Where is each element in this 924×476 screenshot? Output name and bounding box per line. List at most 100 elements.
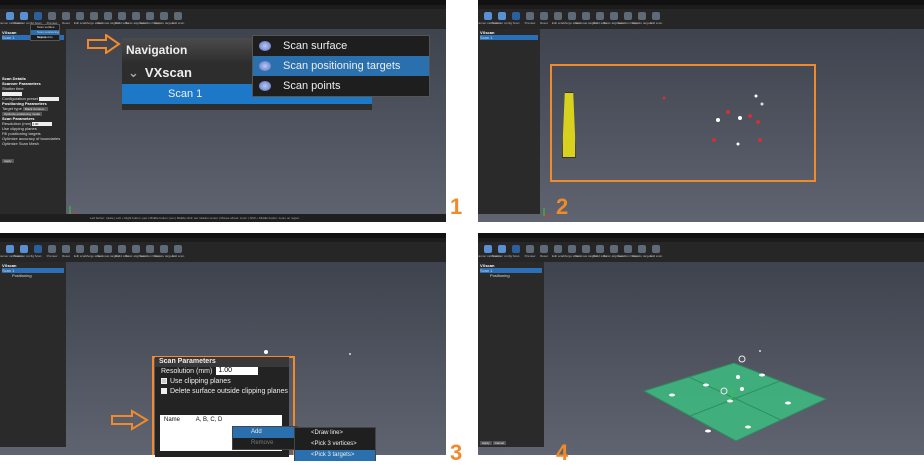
toolbar-button-1[interactable]: Scanner config <box>14 11 34 27</box>
toolbar-icon <box>132 245 140 253</box>
toolbar-icon <box>132 12 140 20</box>
menu-pick-3-targets[interactable]: <Pick 3 targets> <box>295 450 375 461</box>
toolbar-button-5[interactable]: Edit scan <box>552 244 564 260</box>
toolbar-button-5[interactable]: Edit scan <box>74 11 86 27</box>
status-bar: Left button: rotate | Left + Right butto… <box>0 214 446 222</box>
toolbar: Scanner calibrationScanner configScanPre… <box>478 9 924 29</box>
toolbar-button-2[interactable]: Scan <box>510 244 522 260</box>
menu-draw-line[interactable]: <Draw line> <box>295 428 375 439</box>
toolbar-button-2[interactable]: Scan <box>510 11 522 27</box>
menu-remove[interactable]: Remove <box>233 438 297 449</box>
toolbar-button-3[interactable]: Preview <box>524 11 536 27</box>
toolbar-icon <box>90 12 98 20</box>
toolbar: Scanner calibrationScanner configScanPre… <box>0 242 446 262</box>
opt-mesh-label: Optimize Scan Mesh <box>2 141 39 146</box>
toolbar-icon <box>104 12 112 20</box>
menu-add[interactable]: Add <box>233 427 297 438</box>
menu-scan-points[interactable]: Scan points <box>253 76 429 96</box>
toolbar-icon <box>554 245 562 253</box>
toolbar-icon <box>512 12 520 20</box>
sp-resolution-input[interactable]: 1.00 <box>216 367 259 376</box>
delete-outside-checkbox[interactable] <box>161 388 167 395</box>
step-number-1: 1 <box>450 194 463 219</box>
toolbar-icon <box>174 245 182 253</box>
toolbar-button-3[interactable]: Preview <box>524 244 536 260</box>
toolbar-icon <box>526 245 534 253</box>
toolbar-button-5[interactable]: Edit scan <box>74 244 86 260</box>
tree-positioning[interactable]: Positioning <box>480 273 542 278</box>
tree-positioning[interactable]: Positioning <box>2 273 64 278</box>
toolbar-icon <box>62 12 70 20</box>
toolbar-icon <box>568 245 576 253</box>
apply-button[interactable]: Apply <box>480 441 492 445</box>
toolbar-icon <box>554 12 562 20</box>
scan-targets-icon <box>259 61 271 71</box>
step-number-2: 2 <box>556 194 569 219</box>
toolbar-button-11[interactable]: Acquire targets <box>154 244 174 260</box>
cancel-button[interactable]: Cancel <box>492 441 506 445</box>
toolbar-button-11[interactable]: Acquire targets <box>632 11 652 27</box>
toolbar-icon <box>624 245 632 253</box>
toolbar-icon <box>512 245 520 253</box>
toolbar-button-12[interactable]: Add scan <box>172 11 184 27</box>
apply-button[interactable]: Apply <box>2 159 14 163</box>
toolbar-icon <box>582 245 590 253</box>
toolbar-icon <box>76 245 84 253</box>
toolbar-button-4[interactable]: Reset <box>60 244 72 260</box>
toolbar-button-12[interactable]: Add scan <box>650 11 662 27</box>
toolbar-button-3[interactable]: Preview <box>46 244 58 260</box>
toolbar-button-4[interactable]: Reset <box>538 244 550 260</box>
toolbar-button-11[interactable]: Acquire targets <box>632 244 652 260</box>
toolbar-button-2[interactable]: Scan <box>32 244 44 260</box>
toolbar-button-7[interactable]: Decimate targets <box>97 244 119 260</box>
menu-scan-positioning-targets[interactable]: Scan positioning targets <box>253 56 429 76</box>
toolbar-icon <box>568 12 576 20</box>
scan-points-icon <box>259 81 271 91</box>
toolbar-button-12[interactable]: Add scan <box>172 244 184 260</box>
toolbar-button-4[interactable]: Reset <box>60 11 72 27</box>
col-value: A, B, C, D <box>195 417 223 423</box>
toolbar-icon <box>540 12 548 20</box>
toolbar-icon <box>582 12 590 20</box>
toolbar-icon <box>652 12 660 20</box>
small-menu-points[interactable]: Scan points <box>31 35 59 40</box>
toolbar-icon <box>48 12 56 20</box>
toolbar-icon <box>146 245 154 253</box>
toolbar-button-7[interactable]: Decimate targets <box>575 11 597 27</box>
left-pane: VXscan Scan 1 Positioning <box>0 262 66 447</box>
toolbar-button-1[interactable]: Scanner config <box>492 244 512 260</box>
step-number-3: 3 <box>450 440 463 465</box>
menu-scan-surface[interactable]: Scan surface <box>253 36 429 56</box>
use-clipping-label: Use clipping planes <box>170 378 231 385</box>
menu-pick-3-vertices[interactable]: <Pick 3 vertices> <box>295 439 375 450</box>
toolbar-icon <box>160 245 168 253</box>
toolbar-icon <box>610 12 618 20</box>
toolbar-button-1[interactable]: Scanner config <box>14 244 34 260</box>
toolbar-icon <box>160 12 168 20</box>
toolbar-icon <box>638 245 646 253</box>
toolbar-icon <box>76 12 84 20</box>
target-markers <box>720 350 761 395</box>
small-scan-menu: Scan surface Scan positioning targets Sc… <box>30 24 60 41</box>
toolbar-icon <box>540 245 548 253</box>
toolbar-button-11[interactable]: Acquire targets <box>154 11 174 27</box>
toolbar-icon <box>652 245 660 253</box>
toolbar-icon <box>596 12 604 20</box>
toolbar-icon <box>526 12 534 20</box>
toolbar: Scanner calibrationScanner configScanPre… <box>478 242 924 262</box>
orange-arrow <box>111 409 149 431</box>
tree-scan-1[interactable]: Scan 1 <box>480 35 538 40</box>
use-clipping-checkbox[interactable] <box>161 378 167 385</box>
toolbar-button-7[interactable]: Decimate targets <box>575 244 597 260</box>
toolbar-icon <box>20 12 28 20</box>
toolbar-icon <box>174 12 182 20</box>
toolbar-icon <box>20 245 28 253</box>
toolbar-icon <box>498 12 506 20</box>
toolbar-button-7[interactable]: Decimate targets <box>97 11 119 27</box>
toolbar-icon <box>484 12 492 20</box>
toolbar-button-12[interactable]: Add scan <box>650 244 662 260</box>
toolbar-button-5[interactable]: Edit scan <box>552 11 564 27</box>
toolbar-button-1[interactable]: Scanner config <box>492 11 512 27</box>
toolbar-button-4[interactable]: Reset <box>538 11 550 27</box>
left-pane: VXscan Scan 1 Positioning Apply Cancel <box>478 262 544 447</box>
